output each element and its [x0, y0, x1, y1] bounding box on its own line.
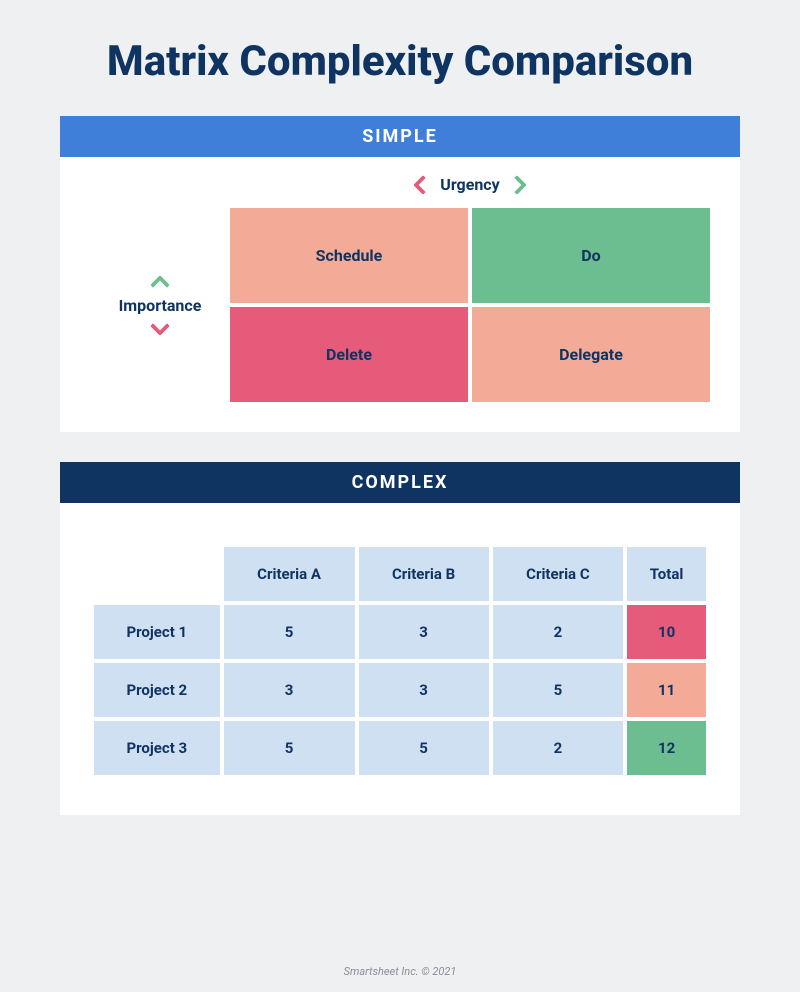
cell-value: 5	[359, 721, 489, 775]
footer-credit: Smartsheet Inc. © 2021	[0, 965, 800, 978]
cell-value: 3	[359, 663, 489, 717]
table-row: Project 1 5 3 2 10	[94, 605, 706, 659]
col-criteria-b: Criteria B	[359, 547, 489, 601]
quadrant-schedule: Schedule	[230, 208, 468, 303]
cell-total: 10	[627, 605, 706, 659]
table-header-row: Criteria A Criteria B Criteria C Total	[94, 547, 706, 601]
complex-header: COMPLEX	[60, 462, 740, 503]
cell-value: 5	[224, 721, 355, 775]
complex-table: Criteria A Criteria B Criteria C Total P…	[90, 543, 710, 779]
chevron-down-icon	[150, 316, 170, 336]
row-label: Project 1	[94, 605, 220, 659]
row-label: Project 2	[94, 663, 220, 717]
urgency-axis: Urgency	[230, 175, 710, 194]
urgency-label: Urgency	[440, 175, 499, 194]
quadrant-delegate: Delegate	[472, 307, 710, 402]
cell-total: 12	[627, 721, 706, 775]
table-row: Project 3 5 5 2 12	[94, 721, 706, 775]
simple-panel: SIMPLE Urgency Importance Schedule Do De…	[60, 116, 740, 432]
col-criteria-c: Criteria C	[493, 547, 624, 601]
row-label: Project 3	[94, 721, 220, 775]
simple-header: SIMPLE	[60, 116, 740, 157]
table-row: Project 2 3 3 5 11	[94, 663, 706, 717]
quadrant-delete: Delete	[230, 307, 468, 402]
table-header-blank	[94, 547, 220, 601]
cell-value: 5	[493, 663, 624, 717]
cell-value: 2	[493, 605, 624, 659]
cell-value: 2	[493, 721, 624, 775]
quadrant-grid: Schedule Do Delete Delegate	[230, 208, 710, 402]
col-criteria-a: Criteria A	[224, 547, 355, 601]
col-total: Total	[627, 547, 706, 601]
importance-axis: Importance	[90, 208, 230, 402]
chevron-left-icon	[413, 175, 433, 195]
page-title: Matrix Complexity Comparison	[0, 0, 800, 116]
cell-total: 11	[627, 663, 706, 717]
importance-label: Importance	[119, 296, 202, 315]
quadrant-do: Do	[472, 208, 710, 303]
chevron-right-icon	[507, 175, 527, 195]
cell-value: 5	[224, 605, 355, 659]
cell-value: 3	[224, 663, 355, 717]
cell-value: 3	[359, 605, 489, 659]
complex-panel: COMPLEX Criteria A Criteria B Criteria C…	[60, 462, 740, 815]
chevron-up-icon	[150, 275, 170, 295]
